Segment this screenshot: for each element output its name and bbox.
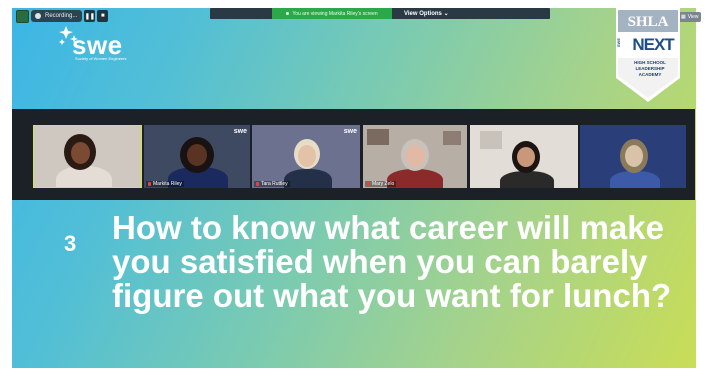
viewing-text: You are viewing Markita Riley's screen [292, 10, 378, 17]
zoom-status-icon[interactable] [16, 9, 29, 23]
muted-mic-icon [148, 182, 151, 186]
view-button-label: View [687, 14, 699, 20]
participant-name-4: Mary Zelo [365, 181, 397, 187]
participant-name-2: Markita Riley [146, 181, 184, 187]
question-text: How to know what career will make you sa… [112, 209, 672, 314]
recording-label: Recording... [45, 13, 78, 19]
participant-label-2: Markita Riley [153, 181, 182, 187]
participant-tile-1[interactable] [33, 125, 142, 188]
badge-side-text: SWE [616, 38, 621, 48]
badge-top-text: SHLA [627, 14, 669, 30]
pause-recording-button[interactable]: ❚❚ [84, 10, 96, 22]
recording-controls: Recording... ❚❚ ■ [16, 9, 109, 23]
participant-tile-6[interactable] [580, 125, 686, 188]
participant-label-4: Mary Zelo [372, 181, 395, 187]
chevron-down-icon: ⌄ [443, 11, 449, 17]
view-options-label: View Options [404, 11, 442, 17]
view-options-button[interactable]: View Options ⌄ [404, 10, 449, 17]
badge-subtitle: HIGH SCHOOL LEADERSHIP ACADEMY [622, 60, 678, 78]
participant-tile-2[interactable]: swe Markita Riley [144, 125, 250, 188]
screen-share-bar: You are viewing Markita Riley's screen V… [210, 8, 550, 19]
participant-tile-5[interactable] [470, 125, 578, 188]
question-number: 3 [64, 231, 77, 256]
participant-gallery: swe Markita Riley swe Tara Ruttley Mary … [12, 109, 695, 200]
participant-name-3: Tara Ruttley [254, 181, 290, 187]
viewing-dot-icon [286, 12, 290, 15]
swe-logo-tagline: Society of Women Engineers [75, 56, 127, 61]
participant-overlay-3: swe [343, 128, 357, 135]
shla-next-badge: SHLA SWE NEXT HIGH SCHOOL LEADERSHIP ACA… [614, 8, 682, 104]
recording-cloud-icon [35, 13, 41, 19]
viewing-indicator: You are viewing Markita Riley's screen [272, 8, 392, 19]
participant-label-3: Tara Ruttley [261, 181, 288, 187]
participant-tile-4[interactable]: Mary Zelo [363, 125, 467, 188]
stop-recording-button[interactable]: ■ [97, 10, 109, 22]
participant-overlay-2: swe [233, 128, 247, 135]
participant-tile-3[interactable]: swe Tara Ruttley [252, 125, 360, 188]
recording-indicator[interactable]: Recording... [31, 10, 83, 22]
muted-mic-icon [256, 182, 259, 186]
muted-mic-icon [367, 182, 370, 186]
badge-line-3: ACADEMY [638, 72, 662, 77]
badge-main-text: NEXT [632, 35, 674, 54]
